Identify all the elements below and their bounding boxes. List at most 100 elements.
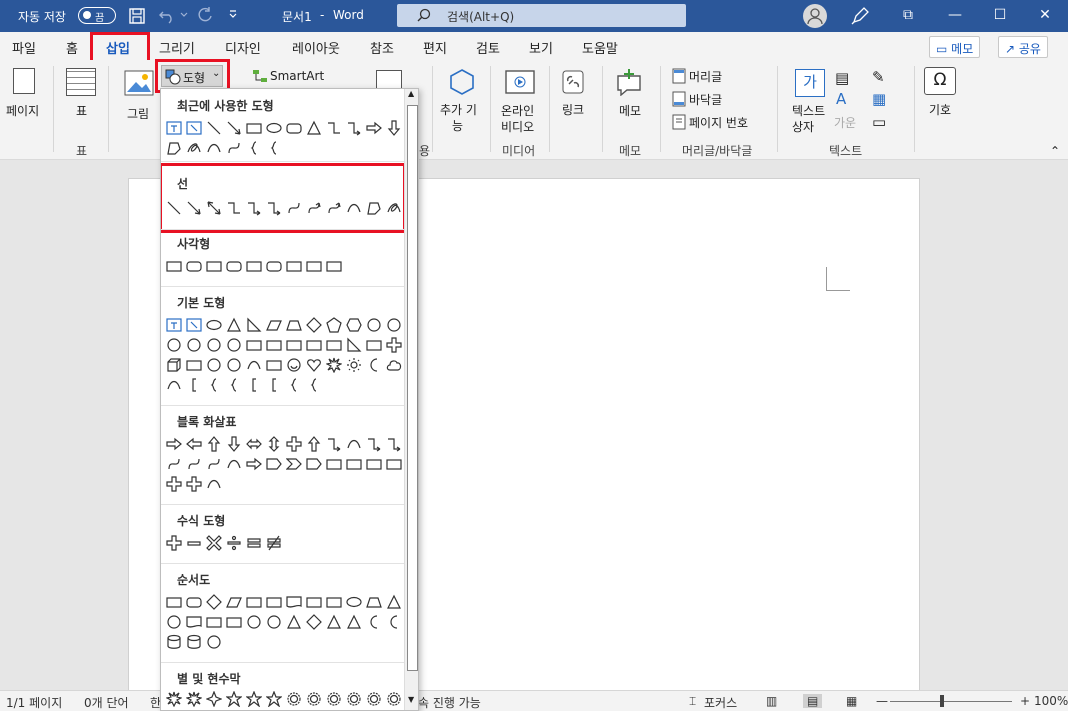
arc-shape-icon[interactable]: [224, 454, 244, 474]
roundrect-shape-icon[interactable]: [184, 256, 204, 276]
elbowa-shape-icon[interactable]: [364, 434, 384, 454]
uarrow-shape-icon[interactable]: [304, 434, 324, 454]
tab-mailings[interactable]: 편지: [423, 38, 447, 57]
signature-line-icon[interactable]: ✎: [872, 68, 885, 86]
triangle-shape-icon[interactable]: [324, 612, 344, 632]
rect-shape-icon[interactable]: [164, 256, 184, 276]
triangle-shape-icon[interactable]: [304, 118, 324, 138]
redo-icon[interactable]: [196, 6, 214, 24]
addins-button[interactable]: 추가 기: [440, 101, 477, 118]
brace-shape-icon[interactable]: [284, 375, 304, 395]
page-count[interactable]: 1/1 페이지: [6, 694, 62, 711]
minimize-button[interactable]: —: [940, 4, 970, 28]
mult-shape-icon[interactable]: [204, 533, 224, 553]
moon-shape-icon[interactable]: [364, 612, 384, 632]
para-shape-icon[interactable]: [224, 592, 244, 612]
sun-shape-icon[interactable]: [344, 355, 364, 375]
burst-shape-icon[interactable]: [324, 355, 344, 375]
pent-shape-icon[interactable]: [324, 315, 344, 335]
new-comment-button[interactable]: 메모: [619, 102, 641, 119]
rarrow-shape-icon[interactable]: [244, 454, 264, 474]
rarrow-shape-icon[interactable]: [364, 118, 384, 138]
vtextbox-shape-icon[interactable]: [184, 118, 204, 138]
smartart-button[interactable]: SmartArt: [270, 69, 324, 83]
star5-shape-icon[interactable]: [224, 689, 244, 709]
tab-review[interactable]: 검토: [476, 38, 500, 57]
rtriangle-shape-icon[interactable]: [244, 315, 264, 335]
zoom-level[interactable]: 100%: [1034, 694, 1068, 708]
doc-shape-icon[interactable]: [184, 612, 204, 632]
rect-shape-icon[interactable]: [244, 335, 264, 355]
rect-shape-icon[interactable]: [384, 454, 404, 474]
circle-shape-icon[interactable]: [164, 335, 184, 355]
tab-view[interactable]: 보기: [529, 38, 553, 57]
seal-shape-icon[interactable]: [284, 689, 304, 709]
rarrow-shape-icon[interactable]: [164, 434, 184, 454]
collapse-ribbon-icon[interactable]: ⌃: [1050, 144, 1060, 158]
web-layout-icon[interactable]: ▦: [846, 694, 857, 708]
comments-button[interactable]: ▭ 메모: [929, 36, 981, 58]
freeform-shape-icon[interactable]: [164, 138, 184, 158]
tab-draw[interactable]: 그리기: [159, 38, 195, 57]
header-button[interactable]: 머리글: [689, 68, 722, 85]
rect-shape-icon[interactable]: [244, 592, 264, 612]
curve-shape-icon[interactable]: [224, 138, 244, 158]
brace-shape-icon[interactable]: [244, 138, 264, 158]
accessibility-status[interactable]: 속 진행 가능: [418, 694, 481, 711]
circle-shape-icon[interactable]: [384, 315, 404, 335]
larrow-shape-icon[interactable]: [184, 434, 204, 454]
pictures-button[interactable]: 그림: [127, 105, 149, 122]
para-shape-icon[interactable]: [264, 315, 284, 335]
lrarrow-shape-icon[interactable]: [244, 434, 264, 454]
rect-shape-icon[interactable]: [244, 118, 264, 138]
tab-help[interactable]: 도움말: [582, 38, 618, 57]
save-icon[interactable]: [128, 7, 146, 25]
bracket-shape-icon[interactable]: [244, 375, 264, 395]
plus-shape-icon[interactable]: [284, 434, 304, 454]
chevron-shape-icon[interactable]: [284, 454, 304, 474]
bracket-shape-icon[interactable]: [184, 375, 204, 395]
rect-shape-icon[interactable]: [324, 592, 344, 612]
tab-layout[interactable]: 레이아웃: [292, 38, 340, 57]
roundrect-shape-icon[interactable]: [264, 256, 284, 276]
symbol-button[interactable]: 기호: [929, 101, 951, 118]
word-count[interactable]: 0개 단어: [84, 694, 129, 711]
rect-shape-icon[interactable]: [344, 454, 364, 474]
circle-shape-icon[interactable]: [204, 335, 224, 355]
cube-shape-icon[interactable]: [164, 355, 184, 375]
seal-shape-icon[interactable]: [324, 689, 344, 709]
star5-shape-icon[interactable]: [244, 689, 264, 709]
tab-home[interactable]: 홈: [66, 38, 78, 57]
curve-shape-icon[interactable]: [184, 454, 204, 474]
circle-shape-icon[interactable]: [264, 612, 284, 632]
circle-shape-icon[interactable]: [204, 355, 224, 375]
dropcap-button[interactable]: 가운: [834, 114, 856, 131]
arrow-shape-icon[interactable]: [224, 118, 244, 138]
circle-shape-icon[interactable]: [244, 612, 264, 632]
rect-shape-icon[interactable]: [304, 592, 324, 612]
quick-parts-icon[interactable]: ▤: [835, 69, 849, 87]
diamond-shape-icon[interactable]: [304, 315, 324, 335]
brace-shape-icon[interactable]: [204, 375, 224, 395]
roundrect-shape-icon[interactable]: [224, 256, 244, 276]
rect-shape-icon[interactable]: [284, 256, 304, 276]
arc-shape-icon[interactable]: [204, 474, 224, 494]
date-time-icon[interactable]: ▦: [872, 90, 886, 108]
circle-shape-icon[interactable]: [364, 315, 384, 335]
seal-shape-icon[interactable]: [364, 689, 384, 709]
plus-shape-icon[interactable]: [164, 474, 184, 494]
rect-shape-icon[interactable]: [324, 454, 344, 474]
avatar[interactable]: [803, 4, 827, 28]
gallery-scrollbar[interactable]: ▲ ▼: [404, 89, 418, 710]
rect-shape-icon[interactable]: [324, 335, 344, 355]
triangle-shape-icon[interactable]: [284, 612, 304, 632]
moon-shape-icon[interactable]: [364, 355, 384, 375]
rect-shape-icon[interactable]: [304, 256, 324, 276]
pentarrow-shape-icon[interactable]: [264, 454, 284, 474]
rect-shape-icon[interactable]: [324, 256, 344, 276]
circle-shape-icon[interactable]: [204, 632, 224, 652]
tab-design[interactable]: 디자인: [225, 38, 261, 57]
rect-shape-icon[interactable]: [204, 256, 224, 276]
page-number-button[interactable]: 페이지 번호: [689, 114, 748, 131]
zoom-out-icon[interactable]: —: [876, 694, 888, 708]
